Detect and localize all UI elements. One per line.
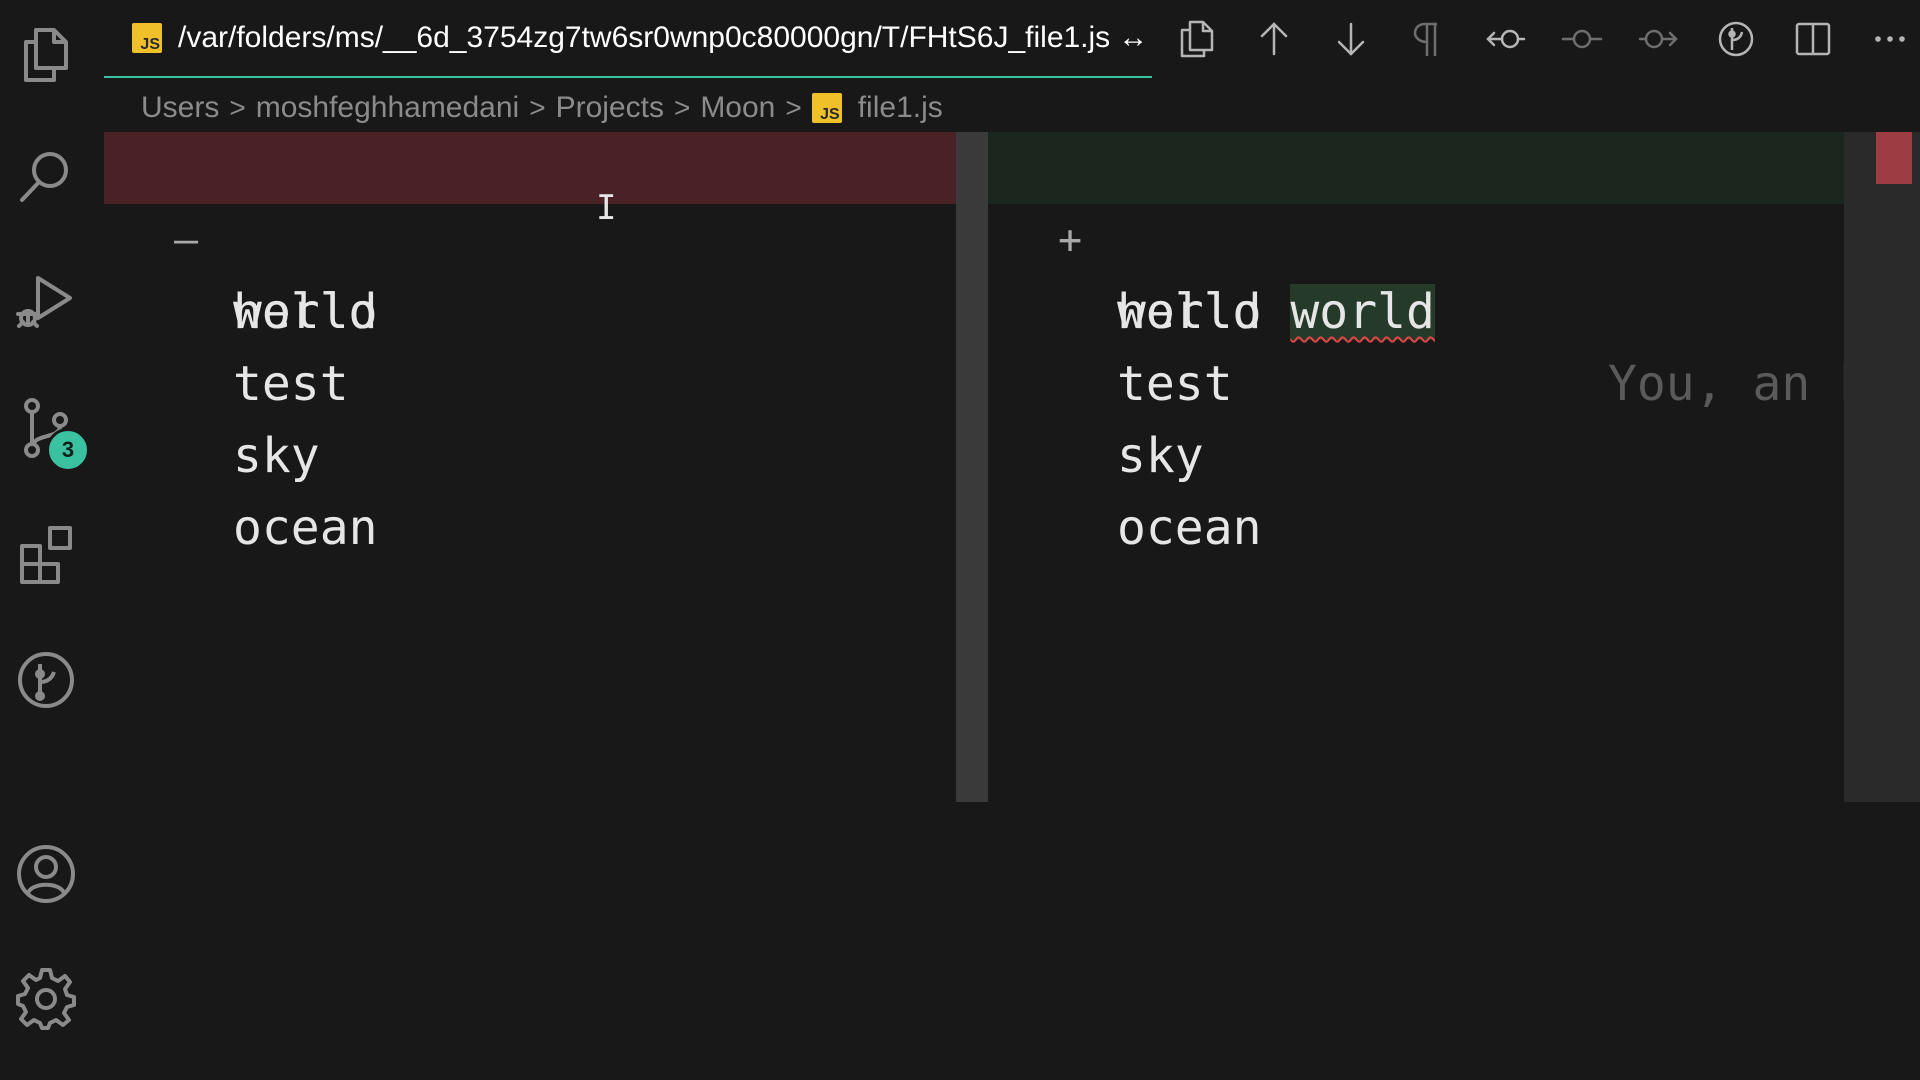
next-change-button[interactable] <box>1321 12 1381 66</box>
breadcrumb-moon[interactable]: Moon <box>700 91 775 125</box>
search-button[interactable] <box>10 140 82 212</box>
run-debug-button[interactable] <box>10 266 82 338</box>
text-cursor-icon: I <box>596 188 617 228</box>
show-whitespace-button[interactable] <box>1398 12 1458 66</box>
code-line[interactable]: ocean <box>104 420 956 556</box>
chevron-right-icon: > <box>785 92 802 123</box>
js-file-icon: JS <box>132 23 162 53</box>
accounts-button[interactable] <box>10 838 82 910</box>
commit-previous-icon <box>1486 29 1526 49</box>
next-commit-button[interactable] <box>1629 12 1689 66</box>
editor-toolbar <box>1150 12 1920 66</box>
code-line[interactable]: sky <box>988 348 1844 484</box>
scrollbar-change-marker <box>1876 132 1912 184</box>
open-file-icon <box>1180 20 1214 58</box>
tab-title: /var/folders/ms/__6d_3754zg7tw6sr0wnp0c8… <box>178 21 1111 54</box>
git-graph-icon <box>18 652 74 708</box>
breadcrumb-users[interactable]: Users <box>141 91 219 125</box>
account-icon <box>17 845 75 903</box>
js-file-icon: JS <box>811 93 842 123</box>
gear-icon <box>16 968 76 1030</box>
chevron-right-icon: > <box>229 92 246 123</box>
commit-button[interactable] <box>1552 12 1612 66</box>
gitlens-icon <box>1718 21 1754 57</box>
git-graph-button[interactable] <box>10 644 82 716</box>
arrow-down-icon <box>1337 22 1365 56</box>
split-editor-icon <box>1795 22 1831 56</box>
chevron-right-icon: > <box>673 92 691 123</box>
pilcrow-icon <box>1413 22 1437 56</box>
open-file-button[interactable] <box>1167 12 1227 66</box>
search-icon <box>20 152 68 202</box>
gitlens-button[interactable] <box>1706 12 1766 66</box>
split-editor-button[interactable] <box>1783 12 1843 66</box>
source-control-badge: 3 <box>46 428 90 472</box>
code-line[interactable]: world <box>988 204 1844 340</box>
extensions-icon <box>20 526 72 584</box>
previous-commit-button[interactable] <box>1475 12 1535 66</box>
vertical-scrollbar[interactable] <box>1844 132 1920 802</box>
extensions-button[interactable] <box>10 518 82 590</box>
chevron-right-icon: > <box>529 92 546 123</box>
added-line[interactable]: + hello world You, an h <box>988 132 1844 412</box>
diff-original-pane[interactable]: — hello world test sky ocean <box>104 132 956 1080</box>
compare-icon: ↔ <box>1118 21 1149 54</box>
commit-next-icon <box>1638 29 1678 49</box>
breadcrumb-file[interactable]: file1.js <box>858 91 943 125</box>
code-line[interactable]: world <box>104 204 956 340</box>
more-actions-button[interactable] <box>1860 12 1920 66</box>
commit-icon <box>1561 29 1603 49</box>
breadcrumb-projects[interactable]: Projects <box>556 91 664 125</box>
diff-modified-pane[interactable]: + hello world You, an h world test sky o… <box>988 132 1844 1080</box>
code-line[interactable]: sky <box>104 348 956 484</box>
manage-button[interactable] <box>10 962 82 1034</box>
breadcrumb-user-folder[interactable]: moshfeghhamedani <box>256 91 520 125</box>
ellipsis-icon <box>1875 36 1905 42</box>
code-line[interactable]: test <box>988 276 1844 412</box>
run-debug-icon <box>16 276 72 328</box>
files-icon <box>24 28 68 82</box>
activity-bar: 3 <box>0 0 94 1080</box>
code-line[interactable]: ocean <box>988 420 1844 556</box>
line-text: ocean <box>1117 500 1262 556</box>
code-line[interactable]: test <box>104 276 956 412</box>
explorer-button[interactable] <box>10 18 82 90</box>
breadcrumb: Users > moshfeghhamedani > Projects > Mo… <box>141 84 943 132</box>
removed-line[interactable]: — hello <box>104 132 956 340</box>
previous-change-button[interactable] <box>1244 12 1304 66</box>
editor-tab[interactable]: JS /var/folders/ms/__6d_3754zg7tw6sr0wnp… <box>104 0 1152 78</box>
line-text: ocean <box>233 500 378 556</box>
arrow-up-icon <box>1260 22 1288 56</box>
diff-divider[interactable] <box>956 132 988 802</box>
